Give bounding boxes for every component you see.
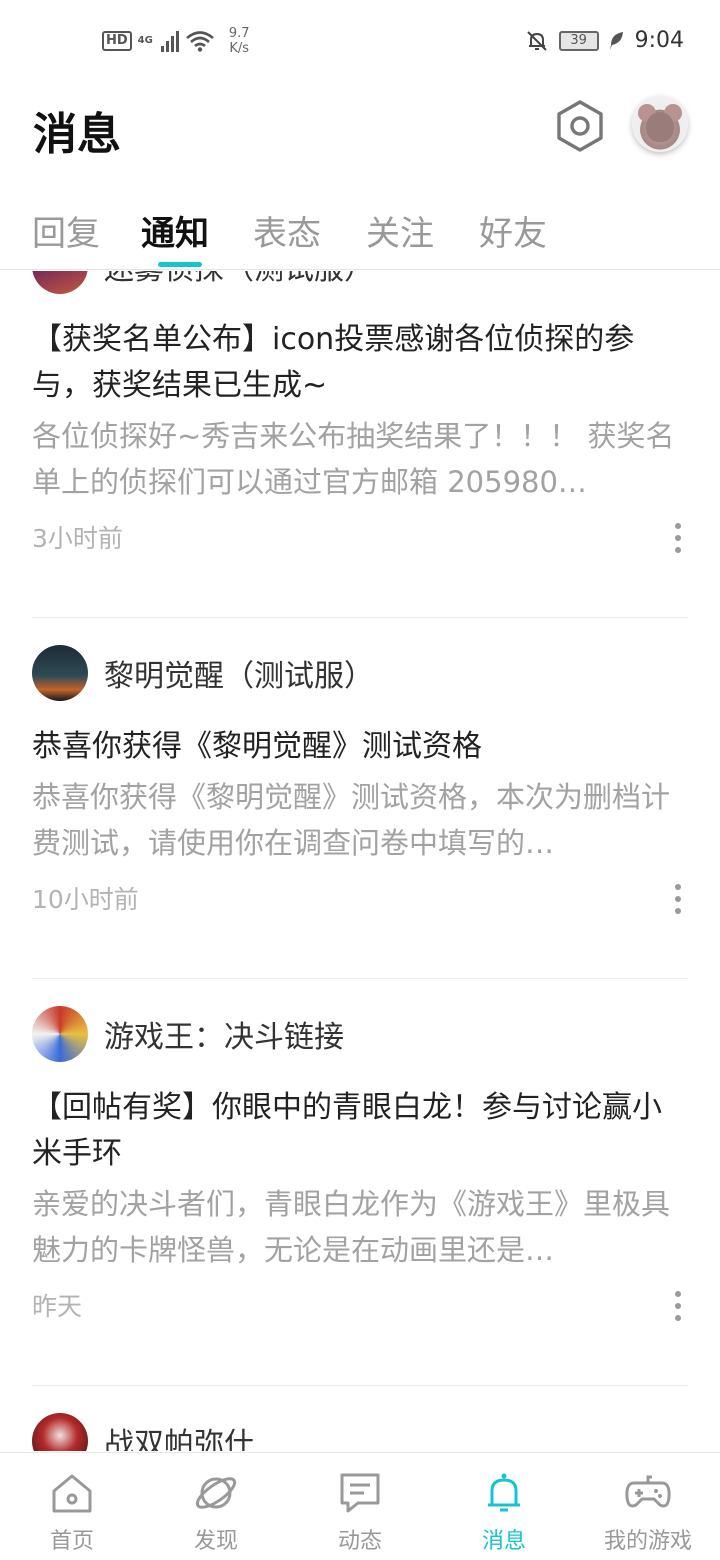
active-tab-indicator xyxy=(158,262,202,267)
nav-feed[interactable]: 动态 xyxy=(295,1471,425,1555)
leaf-icon xyxy=(609,31,623,50)
nav-messages[interactable]: 消息 xyxy=(439,1471,569,1555)
notification-body: 恭喜你获得《黎明觉醒》测试资格，本次为删档计费测试，请使用你在调查问卷中填写的… xyxy=(32,780,671,860)
game-name[interactable]: 黎明觉醒（测试服） xyxy=(104,651,374,695)
tab-reaction[interactable]: 表态 xyxy=(253,206,321,255)
more-options-icon[interactable] xyxy=(674,523,682,553)
mute-bell-icon xyxy=(526,30,547,51)
game-avatar[interactable] xyxy=(32,271,88,294)
game-avatar[interactable] xyxy=(32,1413,88,1451)
game-avatar[interactable] xyxy=(32,1006,88,1062)
gamepad-icon xyxy=(625,1475,671,1508)
game-name[interactable]: 游戏王：决斗链接 xyxy=(104,1012,344,1056)
notification-list[interactable]: 迷雾侦探（测试服） 【获奖名单公布】icon投票感谢各位侦探的参与，获奖结果已生… xyxy=(0,271,720,1451)
tab-notice[interactable]: 通知 xyxy=(141,206,209,255)
status-left: HD 4G 9.7 K/s xyxy=(102,26,250,56)
notification-title: 【回帖有奖】你眼中的青眼白龙！参与讨论赢小米手环 xyxy=(32,1090,662,1171)
signal-icon xyxy=(160,30,179,52)
list-item[interactable]: 战双帕弥什 xyxy=(32,1386,688,1451)
nav-label: 消息 xyxy=(481,1529,526,1554)
game-avatar[interactable] xyxy=(32,645,88,701)
bell-icon xyxy=(488,1473,520,1512)
item-footer: 昨天 xyxy=(32,1273,688,1349)
planet-icon xyxy=(195,1477,237,1509)
list-item[interactable]: 黎明觉醒（测试服） 恭喜你获得《黎明觉醒》测试资格 恭喜你获得《黎明觉醒》测试资… xyxy=(32,618,688,979)
chat-icon xyxy=(340,1473,380,1513)
notification-body: 各位侦探好~秀吉来公布抽奖结果了！！！ 获奖名单上的侦探们可以通过官方邮箱 20… xyxy=(32,419,675,499)
item-spacer xyxy=(32,942,688,978)
user-avatar[interactable] xyxy=(632,96,688,152)
bottom-nav: 首页 发现 动态 消息 我的游戏 xyxy=(0,1452,720,1560)
timestamp: 10小时前 xyxy=(32,885,139,914)
nav-label: 动态 xyxy=(337,1529,382,1554)
item-header: 游戏王：决斗链接 xyxy=(32,979,688,1069)
status-right: 39 9:04 xyxy=(525,28,684,53)
list-item[interactable]: 迷雾侦探（测试服） 【获奖名单公布】icon投票感谢各位侦探的参与，获奖结果已生… xyxy=(32,271,688,618)
game-name[interactable]: 迷雾侦探（测试服） xyxy=(104,271,374,288)
game-name[interactable]: 战双帕弥什 xyxy=(104,1419,254,1451)
item-footer: 10小时前 xyxy=(32,866,688,942)
nav-label: 发现 xyxy=(193,1529,238,1554)
more-options-icon[interactable] xyxy=(674,1291,682,1321)
network-type: 4G xyxy=(137,35,153,46)
home-icon xyxy=(52,1474,92,1513)
nav-home[interactable]: 首页 xyxy=(7,1471,137,1555)
nav-my-games[interactable]: 我的游戏 xyxy=(583,1471,713,1555)
list-item[interactable]: 游戏王：决斗链接 【回帖有奖】你眼中的青眼白龙！参与讨论赢小米手环 亲爱的决斗者… xyxy=(32,979,688,1386)
timestamp: 3小时前 xyxy=(32,524,123,553)
battery-indicator: 39 xyxy=(558,30,599,51)
tab-friends[interactable]: 好友 xyxy=(479,206,547,255)
avatar-face xyxy=(646,112,674,142)
page-title: 消息 xyxy=(33,109,121,160)
item-footer: 3小时前 xyxy=(32,505,688,581)
notification-body: 亲爱的决斗者们，青眼白龙作为《游戏王》里极具魅力的卡牌怪兽，无论是在动画里还是… xyxy=(32,1187,671,1267)
item-spacer xyxy=(32,581,688,617)
message-tabs: 回复 通知 表态 关注 好友 xyxy=(0,200,720,270)
nav-label: 我的游戏 xyxy=(603,1529,692,1554)
tab-follow[interactable]: 关注 xyxy=(366,206,434,255)
hd-indicator: HD xyxy=(102,31,132,51)
network-speed: 9.7 K/s xyxy=(229,26,250,56)
item-header: 黎明觉醒（测试服） xyxy=(32,618,688,708)
status-bar: HD 4G 9.7 K/s 39 9:04 xyxy=(0,0,720,84)
timestamp: 昨天 xyxy=(32,1292,83,1321)
speed-unit: K/s xyxy=(229,41,250,56)
item-spacer xyxy=(32,1349,688,1385)
settings-icon[interactable] xyxy=(554,100,606,152)
more-options-icon[interactable] xyxy=(674,884,682,914)
notification-title: 【获奖名单公布】icon投票感谢各位侦探的参与，获奖结果已生成~ xyxy=(32,322,635,403)
tab-reply[interactable]: 回复 xyxy=(32,206,100,255)
nav-label: 首页 xyxy=(49,1529,94,1554)
speed-value: 9.7 xyxy=(228,26,250,41)
nav-discover[interactable]: 发现 xyxy=(151,1471,281,1555)
notification-title: 恭喜你获得《黎明觉醒》测试资格 xyxy=(32,729,482,764)
item-header: 迷雾侦探（测试服） xyxy=(32,271,688,301)
wifi-icon xyxy=(186,31,214,52)
clock: 9:04 xyxy=(634,28,684,53)
item-header: 战双帕弥什 xyxy=(32,1386,688,1451)
